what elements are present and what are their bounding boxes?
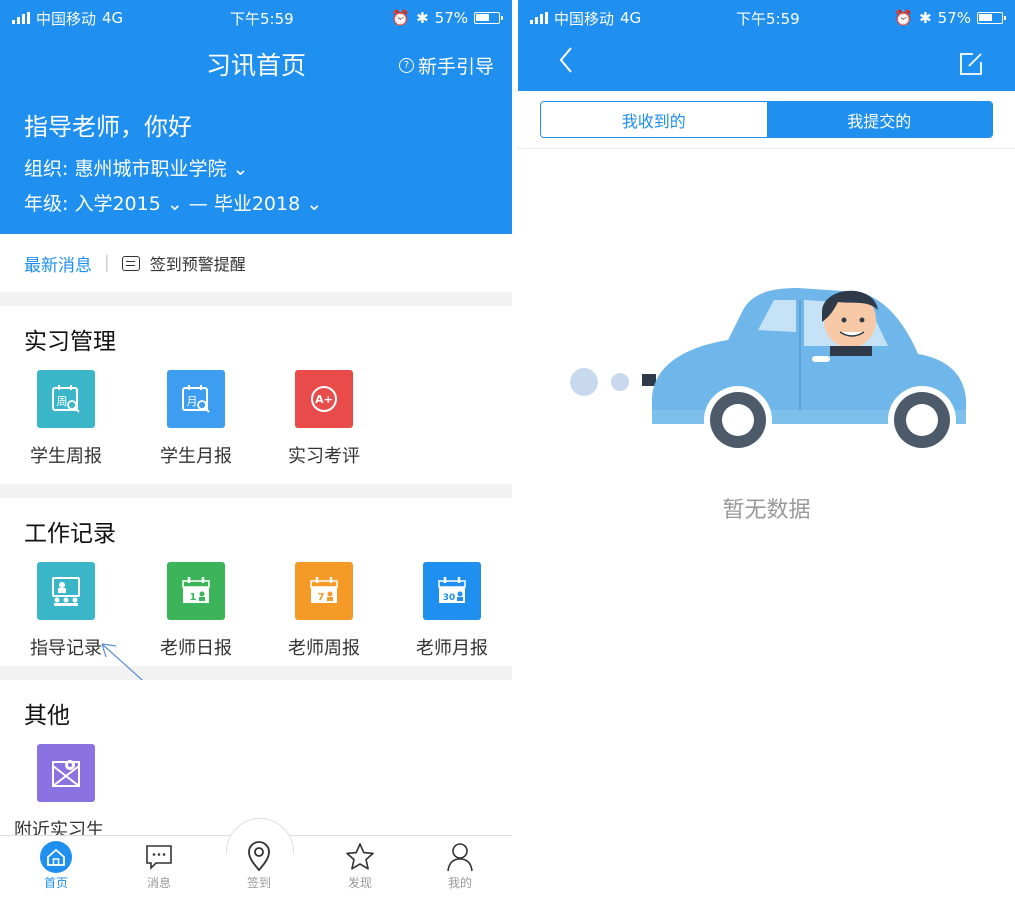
section-divider (0, 666, 512, 680)
segment-received[interactable]: 我收到的 (541, 102, 767, 137)
monthly-report-glyph: 30 (443, 593, 456, 603)
item-label: 老师周报 (288, 638, 360, 659)
edit-icon[interactable] (957, 50, 985, 78)
tab-discover[interactable]: 发现 (320, 840, 400, 891)
grade-selector[interactable]: 年级: 入学2015 ⌄ — 毕业2018 ⌄ (24, 189, 322, 216)
tab-checkin[interactable]: 签到 (219, 840, 299, 891)
home-screen: 中国移动 4G 下午5:59 ⏰ ✱ 57% 习讯首页 ? 新手引导 指导老师，… (0, 0, 512, 901)
battery-icon (474, 12, 503, 24)
network-label: 4G (620, 9, 642, 27)
status-bar: 中国移动 4G 下午5:59 ⏰ ✱ 57% (0, 0, 512, 36)
record-header: 中国移动 4G 下午5:59 ⏰ ✱ 57% (518, 0, 1015, 91)
battery-label: 57% (937, 9, 971, 27)
sign-warning-link[interactable]: 签到预警提醒 (150, 251, 246, 275)
latest-news-link[interactable]: 最新消息 (24, 251, 92, 276)
item-label: 实习考评 (288, 446, 360, 467)
classroom-icon (37, 562, 95, 620)
star-icon (346, 843, 374, 870)
other-section: 其他 附近实习生 (0, 680, 512, 842)
message-icon (121, 255, 140, 271)
item-label: 学生月报 (160, 446, 232, 467)
greeting-text: 指导老师，你好 (24, 113, 192, 141)
status-bar: 中国移动 4G 下午5:59 ⏰ ✱ 57% (518, 0, 1015, 36)
news-bar: 最新消息 | 签到预警提醒 (0, 234, 512, 292)
bluetooth-icon: ✱ (919, 9, 932, 27)
weekly-report-glyph: 7 (318, 592, 325, 603)
home-icon (40, 841, 72, 873)
monthly-report-icon: 30 (423, 562, 481, 620)
grade-icon-glyph: A+ (315, 393, 333, 406)
bluetooth-icon: ✱ (416, 9, 429, 27)
intern-evaluation-item[interactable]: A+ 实习考评 (274, 370, 374, 468)
monthly-calendar-icon: 月 (167, 370, 225, 428)
network-label: 4G (102, 9, 124, 27)
battery-icon (977, 12, 1006, 24)
section-title-intern: 实习管理 (24, 329, 116, 355)
empty-car-illustration (570, 288, 967, 454)
signal-icon (530, 12, 548, 24)
news-separator: | (104, 253, 110, 273)
weekly-calendar-icon: 周 (37, 370, 95, 428)
org-selector[interactable]: 组织: 惠州城市职业学院 ⌄ (24, 154, 248, 181)
empty-state-text: 暂无数据 (722, 498, 811, 523)
teacher-weekly-item[interactable]: 7 老师周报 (274, 562, 374, 660)
tab-label: 首页 (43, 876, 68, 890)
segment-control-bar: 我收到的 我提交的 (518, 91, 1015, 149)
question-icon: ? (398, 58, 414, 73)
time-label: 下午5:59 (736, 9, 800, 28)
home-header: 中国移动 4G 下午5:59 ⏰ ✱ 57% 习讯首页 ? 新手引导 指导老师，… (0, 0, 512, 234)
section-title-other: 其他 (24, 703, 70, 729)
section-title-work: 工作记录 (24, 521, 116, 547)
alarm-icon: ⏰ (391, 9, 411, 27)
segment-control: 我收到的 我提交的 (540, 101, 993, 138)
teacher-monthly-item[interactable]: 30 老师月报 (402, 562, 502, 660)
chat-icon (146, 845, 172, 870)
tab-label: 发现 (347, 876, 372, 890)
section-divider (0, 484, 512, 498)
item-label: 学生周报 (30, 446, 102, 467)
grade-badge-icon: A+ (295, 370, 353, 428)
daily-icon-glyph: 1 (190, 592, 197, 603)
daily-calendar-icon: 1 (167, 562, 225, 620)
student-monthly-item[interactable]: 月 学生月报 (146, 370, 246, 468)
location-pin-icon (248, 841, 270, 872)
user-icon (447, 843, 473, 872)
bottom-tab-bar: 首页 消息 签到 发现 我的 (0, 818, 512, 901)
time-label: 下午5:59 (230, 9, 294, 28)
tab-messages[interactable]: 消息 (119, 840, 199, 891)
tab-profile[interactable]: 我的 (420, 840, 500, 891)
signal-icon (12, 12, 30, 24)
weekly-icon-glyph: 周 (57, 395, 68, 408)
alarm-icon: ⏰ (894, 9, 914, 27)
student-weekly-item[interactable]: 周 学生周报 (16, 370, 116, 468)
tab-label: 我的 (447, 876, 472, 890)
guide-label: 新手引导 (417, 56, 494, 78)
section-divider (0, 292, 512, 306)
work-record-section: 工作记录 指导记录 1 老师日报 7 老师周报 30 老师月报 (0, 498, 512, 697)
carrier-label: 中国移动 (554, 9, 615, 28)
item-label: 老师月报 (416, 638, 488, 659)
guide-button[interactable]: ? 新手引导 (398, 52, 494, 79)
monthly-icon-glyph: 月 (187, 395, 198, 408)
nearby-interns-item[interactable]: 附近实习生 (14, 744, 116, 842)
map-location-icon (37, 744, 95, 802)
record-list-screen: 中国移动 4G 下午5:59 ⏰ ✱ 57% 我收到的 我提交的 暂无数据 (518, 0, 1015, 901)
weekly-report-icon: 7 (295, 562, 353, 620)
tab-label: 签到 (246, 876, 271, 890)
intern-management-section: 实习管理 周 学生周报 月 学生月报 A+ 实习考评 (0, 306, 512, 484)
carrier-label: 中国移动 (36, 9, 97, 28)
battery-label: 57% (434, 9, 468, 27)
tab-label: 消息 (146, 876, 171, 890)
back-chevron-icon[interactable] (558, 46, 574, 74)
tab-home[interactable]: 首页 (16, 840, 96, 891)
segment-submitted[interactable]: 我提交的 (766, 102, 992, 137)
